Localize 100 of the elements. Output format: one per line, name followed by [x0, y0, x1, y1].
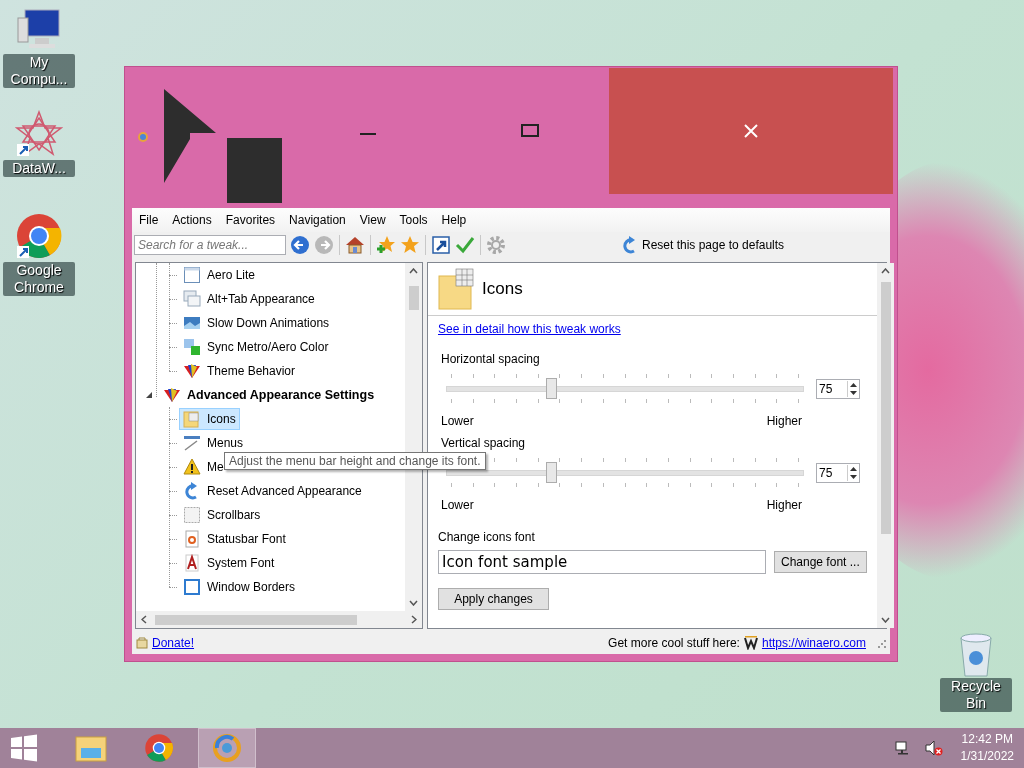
scroll-thumb[interactable] — [409, 286, 419, 310]
sync-icon — [183, 338, 201, 356]
menu-item[interactable]: Actions — [165, 210, 219, 230]
tree-item[interactable]: Slow Down Animations — [179, 312, 334, 334]
star-icon[interactable] — [400, 235, 420, 255]
palette-icon — [163, 386, 181, 404]
tree-item[interactable]: Window Borders — [179, 576, 300, 598]
winaero-taskbar-button[interactable] — [198, 728, 256, 768]
network-icon[interactable] — [894, 740, 911, 756]
tree-group[interactable]: Advanced Appearance Settings — [159, 384, 379, 406]
spin-up-icon[interactable] — [848, 465, 859, 473]
add-star-icon[interactable] — [376, 235, 396, 255]
speaker-shape-icon — [164, 89, 216, 183]
desktop-icon-label[interactable]: Google Chrome — [3, 262, 75, 296]
tree-item[interactable]: Sync Metro/Aero Color — [179, 336, 333, 358]
promo-text: Get more cool stuff here: — [608, 636, 740, 650]
spin-down-icon[interactable] — [848, 473, 859, 481]
scrollbar[interactable] — [876, 263, 894, 628]
palette-icon — [183, 362, 201, 380]
scroll-right-icon[interactable] — [411, 615, 417, 624]
slider-min-label: Lower — [441, 498, 474, 512]
desktop-icon-label[interactable]: My Compu... — [3, 54, 75, 88]
slider-max-label: Higher — [766, 414, 802, 428]
close-icon[interactable] — [744, 124, 758, 138]
tree-item[interactable]: Reset Advanced Appearance — [179, 480, 366, 502]
tree-item[interactable]: System Font — [179, 552, 279, 574]
scroll-up-icon[interactable] — [880, 268, 890, 274]
help-link[interactable]: See in detail how this tweak works — [438, 322, 621, 336]
desktop-icon-label[interactable]: Recycle Bin — [940, 678, 1012, 712]
photo-icon — [183, 314, 201, 332]
folder-grid-icon — [438, 268, 474, 310]
chrome-shortcut-icon[interactable] — [15, 212, 63, 260]
menu-item[interactable]: View — [352, 210, 393, 230]
website-link[interactable]: https://winaero.com — [761, 636, 866, 650]
app-icon — [137, 131, 149, 143]
start-button[interactable] — [10, 734, 38, 762]
w-logo-icon — [743, 636, 758, 650]
page-icon — [183, 530, 201, 548]
muted-speaker-icon[interactable] — [924, 740, 943, 756]
menu-item[interactable]: Navigation — [282, 210, 353, 230]
clock-time: 12:42 PM — [961, 731, 1013, 748]
warning-icon — [183, 458, 201, 476]
menu-item[interactable]: Tools — [392, 210, 435, 230]
scroll-left-icon[interactable] — [141, 615, 147, 624]
menu-item[interactable]: File — [132, 210, 166, 230]
scroll-up-icon[interactable] — [409, 268, 418, 274]
slider-label: Vertical spacing — [440, 436, 527, 450]
tree-item[interactable]: Aero Lite — [179, 264, 260, 286]
spin-up-icon[interactable] — [848, 381, 859, 389]
resize-grip-icon[interactable] — [876, 638, 886, 648]
ring-logo-icon — [213, 734, 241, 762]
font-sample-field[interactable]: Icon font sample — [438, 550, 766, 574]
menu-item[interactable]: Favorites — [218, 210, 283, 230]
tree-item[interactable]: Menus — [179, 432, 248, 454]
spacing-slider[interactable] — [446, 374, 804, 404]
folder-icon — [75, 734, 107, 762]
spin-down-icon[interactable] — [848, 389, 859, 397]
recycle-bin-icon[interactable] — [958, 632, 994, 678]
tree-item[interactable]: Alt+Tab Appearance — [179, 288, 319, 310]
search-field[interactable]: Search for a tweak... — [134, 235, 286, 255]
scroll-down-icon[interactable] — [409, 600, 418, 606]
tooltip: Adjust the menu bar height and change its font. — [224, 452, 486, 470]
spin-field[interactable]: 75 — [816, 379, 860, 399]
tree-item[interactable]: Icons — [179, 408, 240, 430]
tree-item[interactable]: Theme Behavior — [179, 360, 300, 382]
font-label: Change icons font — [438, 530, 535, 544]
slider-thumb[interactable] — [546, 462, 558, 483]
page-title: Icons — [482, 279, 523, 299]
tree-item[interactable]: Scrollbars — [179, 504, 265, 526]
clock-date: 1/31/2022 — [960, 748, 1014, 765]
apply-changes-button[interactable]: Apply changes — [438, 588, 549, 610]
scroll-thumb[interactable] — [155, 615, 357, 625]
letter-icon — [183, 554, 201, 572]
spin-field[interactable]: 75 — [816, 463, 860, 483]
change-font-button[interactable]: Change font ... — [774, 551, 867, 573]
donate-link[interactable]: Donate! — [152, 636, 195, 650]
window-icon — [183, 266, 201, 284]
folder-icon — [183, 410, 201, 428]
donate-icon — [136, 637, 148, 649]
slider-thumb[interactable] — [546, 378, 558, 399]
expand-arrow-icon[interactable] — [145, 391, 153, 399]
slider-label: Horizontal spacing — [440, 352, 541, 366]
desktop-icon-label[interactable]: DataW... — [3, 160, 75, 177]
slider-max-label: Higher — [766, 498, 802, 512]
checkmark-icon[interactable] — [455, 235, 475, 255]
reset-page-link[interactable]: Reset this page to defaults — [642, 238, 785, 252]
menu-icon — [183, 434, 201, 452]
menu-item[interactable]: Help — [434, 210, 474, 230]
tree-item[interactable]: Statusbar Font — [179, 528, 290, 550]
scroll-down-icon[interactable] — [880, 617, 890, 623]
home-icon[interactable] — [345, 235, 365, 255]
scrollbar[interactable] — [136, 611, 422, 628]
chrome-icon — [144, 733, 174, 763]
border-icon — [183, 578, 201, 596]
scrollbar-icon — [183, 506, 201, 524]
screens-icon — [183, 290, 201, 308]
square-shape-icon — [227, 138, 282, 203]
scroll-thumb[interactable] — [880, 282, 891, 534]
slider-min-label: Lower — [441, 414, 474, 428]
star-shortcut-icon[interactable] — [15, 110, 63, 158]
